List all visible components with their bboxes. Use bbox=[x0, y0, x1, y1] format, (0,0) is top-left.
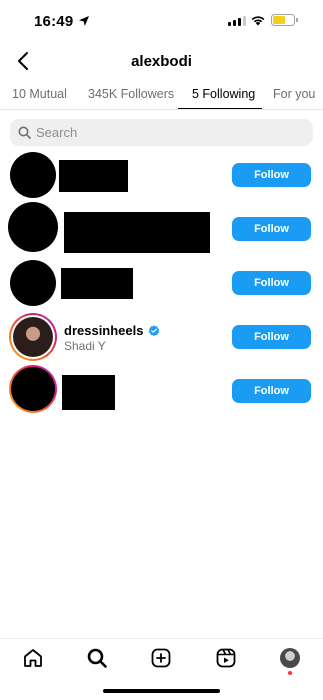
redacted-username bbox=[64, 212, 210, 253]
divider bbox=[0, 109, 323, 110]
full-name: Shadi Y bbox=[64, 339, 106, 353]
status-bar: 16:49 bbox=[0, 0, 323, 44]
search-bar[interactable] bbox=[10, 119, 313, 146]
redacted-username bbox=[61, 268, 133, 299]
status-time: 16:49 bbox=[34, 13, 74, 30]
story-ring[interactable] bbox=[9, 313, 57, 361]
page-title: alexbodi bbox=[131, 53, 192, 70]
bottom-nav bbox=[0, 638, 323, 678]
profile-header: alexbodi bbox=[0, 44, 323, 80]
follow-button[interactable]: Follow bbox=[232, 379, 311, 403]
avatar[interactable] bbox=[10, 260, 56, 306]
follow-button[interactable]: Follow bbox=[232, 271, 311, 295]
create-post-icon[interactable] bbox=[150, 647, 172, 669]
search-icon[interactable] bbox=[86, 647, 108, 669]
tab-for-you[interactable]: For you bbox=[273, 87, 315, 101]
follow-button[interactable]: Follow bbox=[232, 217, 311, 241]
search-icon bbox=[18, 126, 31, 139]
home-indicator bbox=[103, 689, 220, 693]
list-item[interactable]: Follow bbox=[0, 362, 323, 416]
follow-button[interactable]: Follow bbox=[232, 325, 311, 349]
redacted-username bbox=[62, 375, 115, 410]
profile-avatar-icon[interactable] bbox=[280, 648, 300, 668]
avatar bbox=[13, 317, 53, 357]
list-item[interactable]: dressinheels Shadi Y Follow bbox=[0, 310, 323, 364]
tab-bar: 10 Mutual 345K Followers 5 Following For… bbox=[0, 82, 323, 110]
follow-button[interactable]: Follow bbox=[232, 163, 311, 187]
notification-dot bbox=[288, 671, 292, 675]
wifi-icon bbox=[251, 16, 265, 26]
tab-following[interactable]: 5 Following bbox=[192, 87, 255, 101]
avatar[interactable] bbox=[8, 202, 58, 252]
location-arrow-icon bbox=[79, 16, 89, 26]
search-input[interactable] bbox=[36, 119, 306, 146]
username[interactable]: dressinheels bbox=[64, 323, 160, 338]
tab-followers[interactable]: 345K Followers bbox=[88, 87, 174, 101]
list-item[interactable]: Follow bbox=[0, 148, 323, 202]
list-item[interactable]: Follow bbox=[0, 200, 323, 254]
home-icon[interactable] bbox=[22, 647, 44, 669]
avatar[interactable] bbox=[10, 152, 56, 198]
story-ring[interactable] bbox=[9, 365, 57, 413]
list-item[interactable]: Follow bbox=[0, 257, 323, 311]
verified-badge-icon bbox=[148, 324, 159, 336]
reels-icon[interactable] bbox=[215, 647, 237, 669]
avatar bbox=[13, 369, 53, 409]
tab-mutual[interactable]: 10 Mutual bbox=[12, 87, 67, 101]
battery-icon bbox=[271, 14, 298, 26]
username-text: dressinheels bbox=[64, 323, 144, 338]
battery-fill bbox=[273, 16, 286, 24]
redacted-username bbox=[59, 160, 128, 192]
cellular-signal-icon bbox=[228, 16, 246, 26]
